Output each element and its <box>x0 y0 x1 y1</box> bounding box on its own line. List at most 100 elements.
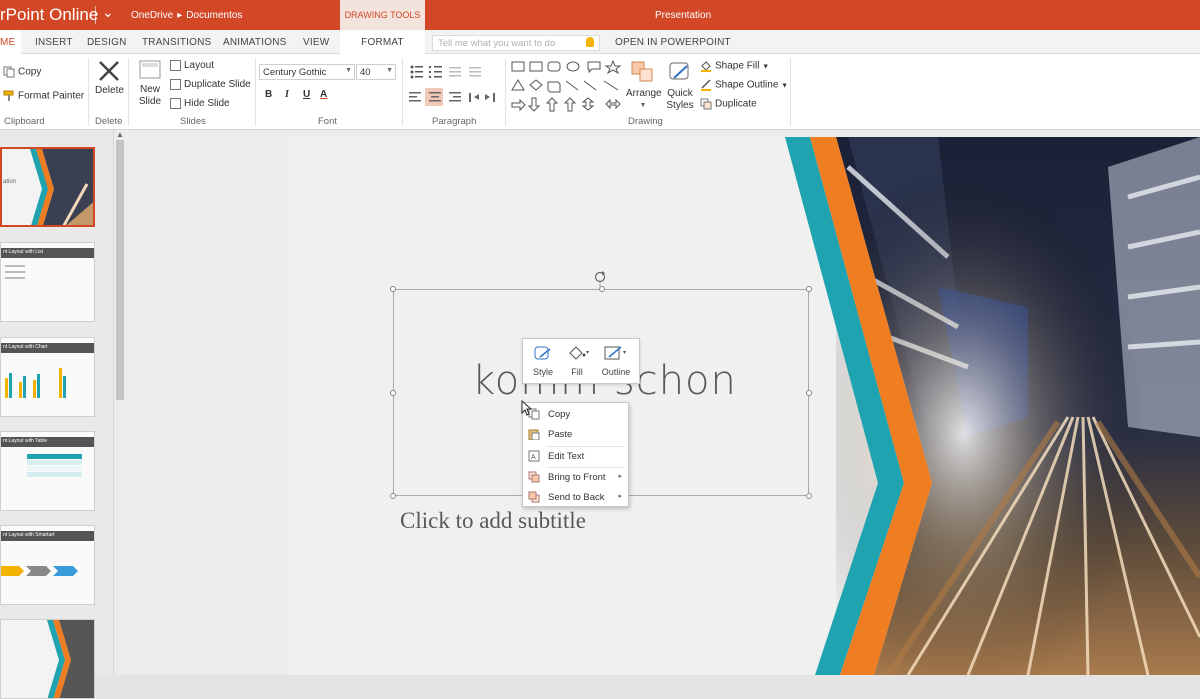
hide-slide-icon <box>170 98 181 109</box>
right-arrow-shape-icon <box>511 98 526 112</box>
tab-view[interactable]: VIEW <box>303 37 329 48</box>
resize-handle[interactable] <box>390 493 396 499</box>
format-painter-button[interactable]: Format Painter <box>3 90 84 102</box>
quick-styles-icon <box>669 62 689 80</box>
bold-button[interactable]: B <box>265 89 272 100</box>
quick-styles-button[interactable]: Quick Styles <box>664 60 696 112</box>
menu-item-send-to-back[interactable]: Send to Back ▸ <box>523 487 628 507</box>
font-color-button[interactable]: A <box>320 89 327 100</box>
tab-home[interactable]: ME <box>0 30 22 54</box>
rounded-rectangle-shape-icon <box>547 61 561 72</box>
slide-thumbnail-4[interactable]: nt Layout with Table <box>0 431 95 511</box>
delete-button[interactable]: Delete <box>95 60 124 96</box>
shape-fill-label: Shape Fill <box>715 60 760 72</box>
thumbnail-scrollbar[interactable]: ▲ <box>113 130 125 675</box>
subtitle-placeholder[interactable]: Click to add subtitle <box>400 508 586 534</box>
shape-style-icon <box>534 346 551 360</box>
menu-item-copy[interactable]: Copy <box>523 404 628 424</box>
tab-animations[interactable]: ANIMATIONS <box>223 37 286 48</box>
resize-handle[interactable] <box>806 286 812 292</box>
cube-shape-icon <box>547 81 561 93</box>
tab-transitions[interactable]: TRANSITIONS <box>142 37 211 48</box>
slide-thumbnail-6[interactable] <box>0 619 95 699</box>
menu-item-bring-to-front[interactable]: Bring to Front ▸ <box>523 467 628 487</box>
format-painter-label: Format Painter <box>18 90 85 102</box>
menu-item-edit-text[interactable]: A Edit Text <box>523 446 628 466</box>
ltr-icon[interactable] <box>469 93 479 102</box>
hide-slide-button[interactable]: Hide Slide <box>170 98 230 109</box>
breadcrumb-onedrive[interactable]: OneDrive <box>131 10 173 21</box>
paragraph-controls[interactable] <box>408 64 503 110</box>
tab-insert[interactable]: INSERT <box>35 37 73 48</box>
menu-edit-text-label: Edit Text <box>548 451 585 462</box>
numbering-icon[interactable] <box>429 66 442 78</box>
duplicate-slide-button[interactable]: Duplicate Slide <box>170 79 251 90</box>
tell-me-input[interactable]: Tell me what you want to do <box>432 35 600 51</box>
scroll-up-icon[interactable]: ▲ <box>116 130 124 139</box>
slide-thumbnail-1[interactable]: ation <box>0 147 95 227</box>
up-down-arrow-shape-icon <box>581 97 595 111</box>
app-name[interactable]: rPoint Online <box>0 5 98 25</box>
title-separator <box>95 6 96 24</box>
scrollbar-thumb[interactable] <box>116 140 124 400</box>
slide-thumbnail-3[interactable]: nt Layout with Chart <box>0 337 95 417</box>
align-right-icon[interactable] <box>449 92 461 102</box>
mini-outline-button[interactable]: ▾ Outline <box>599 343 633 377</box>
thumbnail-1-art <box>2 149 93 225</box>
menu-item-paste[interactable]: Paste <box>523 424 628 444</box>
decrease-indent-icon[interactable] <box>449 67 461 77</box>
slide-thumbnail-5[interactable]: nt Layout with Smartart <box>0 525 95 605</box>
shapes-gallery[interactable] <box>510 60 624 112</box>
breadcrumb: OneDrive ▸ Documentos <box>131 10 246 21</box>
group-divider <box>505 58 506 126</box>
slides-group-label: Slides <box>180 116 206 127</box>
tab-design[interactable]: DESIGN <box>87 37 127 48</box>
thumbnail-2-header: nt Layout with List <box>1 248 94 258</box>
chevron-down-icon: ▼ <box>639 102 647 109</box>
slide-thumbnail-2[interactable]: nt Layout with List <box>0 242 95 322</box>
line-shape-icon <box>583 80 597 91</box>
rotate-handle-icon[interactable] <box>593 270 607 290</box>
title-bar: rPoint Online ⌄ OneDrive ▸ Documentos Pres… <box>0 0 1200 30</box>
textbox-shape-icon <box>511 61 525 72</box>
bullets-icon[interactable] <box>410 65 424 79</box>
open-in-powerpoint[interactable]: OPEN IN POWERPOINT <box>615 37 731 48</box>
chevron-down-icon: ▼ <box>781 82 789 90</box>
new-slide-button[interactable]: New Slide <box>137 60 163 108</box>
quick-styles-label-1: Quick <box>667 88 693 99</box>
layout-button[interactable]: Layout <box>170 60 214 71</box>
resize-handle[interactable] <box>390 286 396 292</box>
tab-format[interactable]: FORMAT <box>340 30 425 55</box>
shape-outline-button[interactable]: Shape Outline ▼ <box>700 79 788 91</box>
breadcrumb-documentos[interactable]: Documentos <box>186 10 242 21</box>
font-group-label: Font <box>318 116 338 127</box>
copy-label: Copy <box>18 66 42 78</box>
italic-button[interactable]: I <box>285 89 289 100</box>
menu-send-to-back-label: Send to Back <box>548 492 605 503</box>
resize-handle[interactable] <box>806 390 812 396</box>
align-left-icon[interactable] <box>409 92 421 102</box>
chevron-down-icon[interactable]: ⌄ <box>102 4 114 21</box>
increase-indent-icon[interactable] <box>469 67 481 77</box>
underline-button[interactable]: U <box>303 89 310 100</box>
font-size-select[interactable]: 40 ▼ <box>356 64 396 80</box>
format-painter-icon <box>3 90 14 101</box>
diamond-shape-icon <box>529 79 543 91</box>
thumbnail-1-title: ation <box>3 179 17 185</box>
presentation-name[interactable]: Presentation <box>655 10 711 21</box>
rtl-icon[interactable] <box>485 93 495 102</box>
group-divider <box>128 58 129 126</box>
mini-fill-button[interactable]: ▾ Fill <box>560 343 594 377</box>
resize-handle[interactable] <box>390 390 396 396</box>
font-family-select[interactable]: Century Gothic ▼ <box>259 64 355 80</box>
drawing-group-label: Drawing <box>628 116 663 127</box>
copy-button[interactable]: Copy <box>3 66 41 78</box>
svg-text:A: A <box>531 454 536 461</box>
arrange-button[interactable]: Arrange ▼ <box>626 60 662 112</box>
mini-style-button[interactable]: Style <box>526 343 560 377</box>
duplicate-button[interactable]: Duplicate <box>700 98 757 110</box>
shape-fill-button[interactable]: Shape Fill ▼ <box>700 60 769 72</box>
mini-fill-label: Fill <box>571 367 583 377</box>
copy-icon <box>3 66 15 78</box>
resize-handle[interactable] <box>806 493 812 499</box>
